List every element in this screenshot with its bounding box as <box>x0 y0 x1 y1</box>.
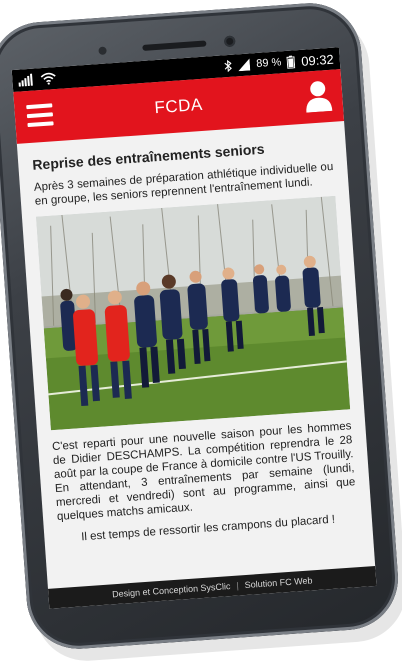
bluetooth-icon <box>224 59 233 73</box>
footer-separator: | <box>236 580 240 591</box>
footer: Design et Conception SysClic | Solution … <box>47 565 377 609</box>
article: Reprise des entraînements seniors Après … <box>17 121 372 547</box>
wifi-icon <box>40 72 56 85</box>
solution-credit[interactable]: Solution FC Web <box>244 575 312 590</box>
clock: 09:32 <box>300 51 335 69</box>
phone-frame: 89 % 09:32 FCDA Reprise des entraînement… <box>0 0 402 653</box>
earpiece-speaker <box>142 40 207 51</box>
battery-percentage: 89 % <box>255 56 282 71</box>
hamburger-menu-icon[interactable] <box>26 101 54 129</box>
battery-icon <box>286 54 296 69</box>
design-credit[interactable]: Design et Conception SysClic <box>112 581 231 599</box>
app-title: FCDA <box>153 94 204 118</box>
signal-strength-icon <box>18 73 33 87</box>
cellular-signal-icon <box>238 58 251 72</box>
front-camera <box>223 35 236 48</box>
proximity-sensor <box>98 46 107 55</box>
training-photo <box>35 195 351 431</box>
phone-screen: 89 % 09:32 FCDA Reprise des entraînement… <box>11 47 377 609</box>
user-icon[interactable] <box>303 79 333 113</box>
article-body: C'est reparti pour une nouvelle saison p… <box>51 420 356 524</box>
